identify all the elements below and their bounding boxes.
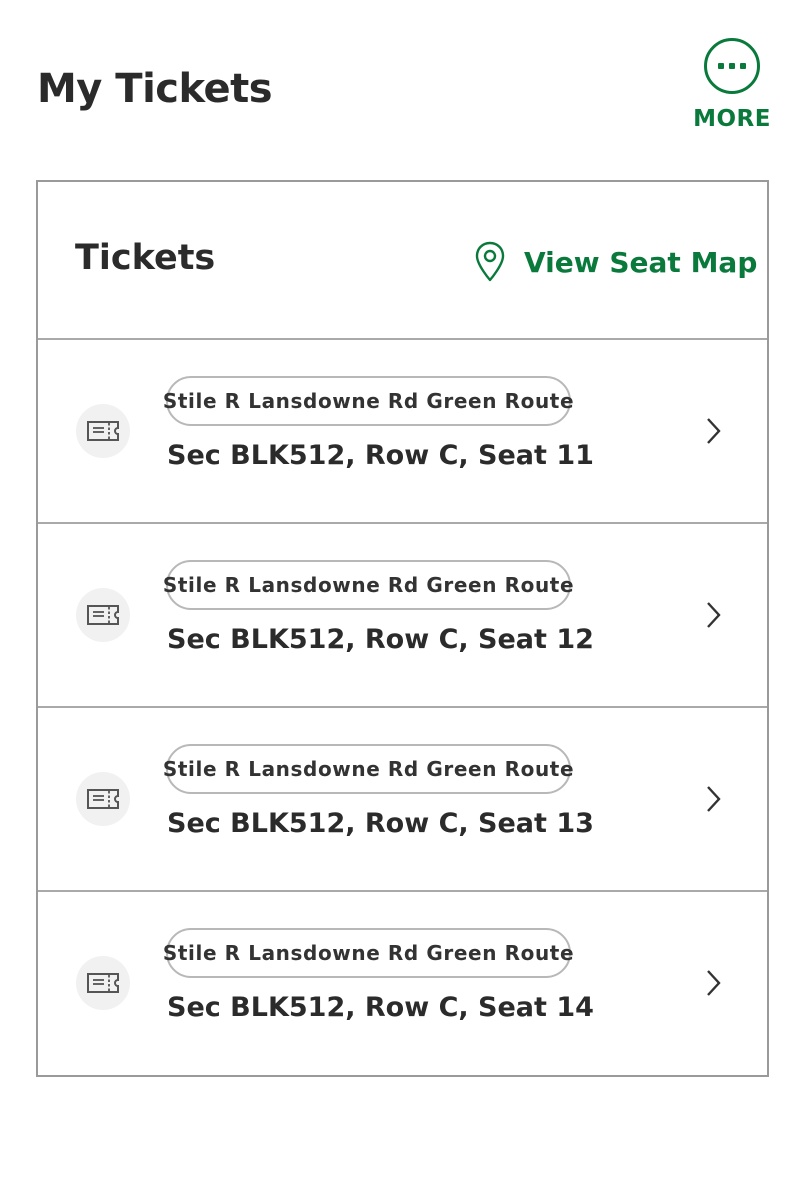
ticket-icon [76,772,130,826]
ellipsis-circle-icon [704,38,760,94]
chevron-right-icon [707,602,721,628]
ticket-icon [76,404,130,458]
view-seat-map-link[interactable]: View Seat Map [474,238,757,286]
page-title: My Tickets [37,66,273,112]
card-header: Tickets View Seat Map [38,182,767,340]
route-badge: Stile R Lansdowne Rd Green Route [163,376,574,426]
chevron-right-icon [707,786,721,812]
route-badge: Stile R Lansdowne Rd Green Route [163,560,574,610]
more-label: MORE [693,106,771,132]
chevron-right-icon [707,418,721,444]
ticket-row[interactable]: Stile R Lansdowne Rd Green Route Sec BLK… [38,892,767,1078]
ticket-row[interactable]: Stile R Lansdowne Rd Green Route Sec BLK… [38,524,767,708]
location-pin-icon [475,241,505,282]
ticket-row[interactable]: Stile R Lansdowne Rd Green Route Sec BLK… [38,340,767,524]
seat-label: Sec BLK512, Row C, Seat 14 [167,992,594,1023]
seat-label: Sec BLK512, Row C, Seat 11 [167,440,594,471]
card-title: Tickets [75,238,216,278]
ticket-icon [76,956,130,1010]
chevron-right-icon [707,970,721,996]
ticket-icon [76,588,130,642]
seat-label: Sec BLK512, Row C, Seat 12 [167,624,594,655]
my-tickets-screen: My Tickets MORE Tickets View Seat Map St… [0,0,804,1200]
more-button[interactable]: MORE [692,38,772,138]
seat-label: Sec BLK512, Row C, Seat 13 [167,808,594,839]
ticket-row[interactable]: Stile R Lansdowne Rd Green Route Sec BLK… [38,708,767,892]
route-badge: Stile R Lansdowne Rd Green Route [163,744,574,794]
view-seat-map-label: View Seat Map [524,245,758,279]
tickets-card: Tickets View Seat Map Stile R Lansdowne … [36,180,769,1077]
route-badge: Stile R Lansdowne Rd Green Route [163,928,574,978]
